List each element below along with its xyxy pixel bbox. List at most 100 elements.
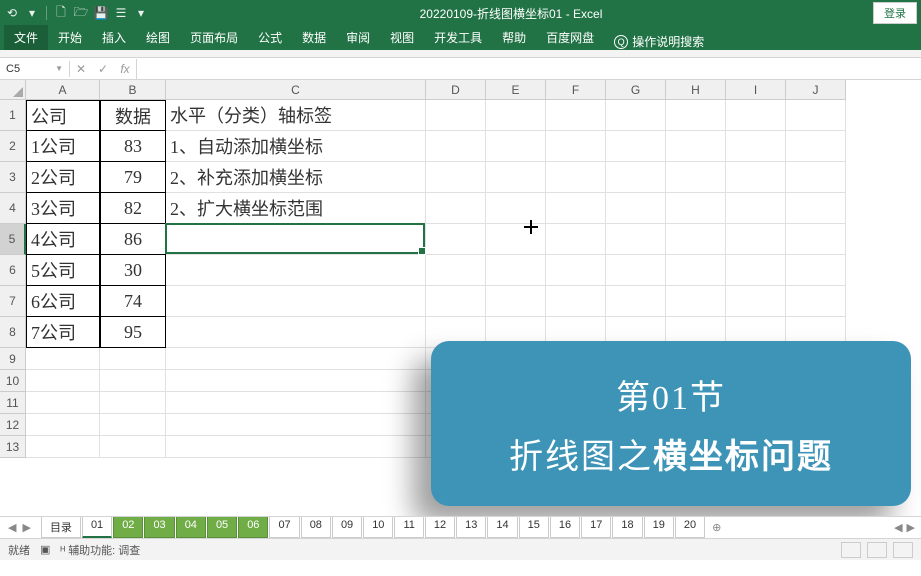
row-header-4[interactable]: 4	[0, 193, 26, 224]
enter-formula-icon[interactable]: ✓	[92, 59, 114, 79]
name-box-dropdown-icon[interactable]: ▼	[55, 64, 63, 73]
row-header-2[interactable]: 2	[0, 131, 26, 162]
cell-data-C6[interactable]	[166, 255, 426, 286]
select-all-cell[interactable]	[0, 80, 26, 100]
sheet-tab-04[interactable]: 04	[176, 517, 206, 538]
cell-E4[interactable]	[486, 193, 546, 224]
cell-J5[interactable]	[786, 224, 846, 255]
cell-B9[interactable]	[100, 348, 166, 370]
cell-B13[interactable]	[100, 436, 166, 458]
cell-data-A7[interactable]: 6公司	[26, 286, 100, 317]
cell-D6[interactable]	[426, 255, 486, 286]
sheet-tab-12[interactable]: 12	[425, 517, 455, 538]
cell-data-B7[interactable]: 74	[100, 286, 166, 317]
cell-J4[interactable]	[786, 193, 846, 224]
file-new-icon[interactable]: 🗋	[53, 5, 69, 21]
sheet-tab-16[interactable]: 16	[550, 517, 580, 538]
file-open-icon[interactable]: 🗁	[73, 5, 89, 21]
row-header-3[interactable]: 3	[0, 162, 26, 193]
login-button[interactable]: 登录	[873, 2, 917, 24]
worksheet-grid[interactable]: ABCDEFGHIJ 12345678910111213 公司数据水平（分类）轴…	[0, 80, 921, 516]
cell-G7[interactable]	[606, 286, 666, 317]
cell-E2[interactable]	[486, 131, 546, 162]
tell-me-search[interactable]: Q 操作说明搜索	[614, 33, 704, 50]
accessibility-status[interactable]: ᴴ 辅助功能: 调查	[60, 542, 140, 558]
row-header-6[interactable]: 6	[0, 255, 26, 286]
sheet-tab-02[interactable]: 02	[113, 517, 143, 538]
row-header-1[interactable]: 1	[0, 100, 26, 131]
cell-H1[interactable]	[666, 100, 726, 131]
cell-I3[interactable]	[726, 162, 786, 193]
cell-D4[interactable]	[426, 193, 486, 224]
tab-file[interactable]: 文件	[4, 25, 48, 50]
cell-F6[interactable]	[546, 255, 606, 286]
sheet-tab-11[interactable]: 11	[394, 517, 423, 538]
cell-data-B4[interactable]: 82	[100, 193, 166, 224]
qat-customize-icon[interactable]: ▾	[133, 5, 149, 21]
undo-dropdown-icon[interactable]: ▾	[24, 5, 40, 21]
cell-I7[interactable]	[726, 286, 786, 317]
sheet-tab-18[interactable]: 18	[612, 517, 642, 538]
cell-data-B5[interactable]: 86	[100, 224, 166, 255]
save-icon[interactable]: 💾	[93, 5, 109, 21]
cell-A12[interactable]	[26, 414, 100, 436]
cell-E5[interactable]	[486, 224, 546, 255]
cell-B12[interactable]	[100, 414, 166, 436]
row-header-7[interactable]: 7	[0, 286, 26, 317]
cell-data-C8[interactable]	[166, 317, 426, 348]
cell-data-B2[interactable]: 83	[100, 131, 166, 162]
sheet-tab-14[interactable]: 14	[487, 517, 517, 538]
tab-view[interactable]: 视图	[380, 25, 424, 50]
cell-data-A3[interactable]: 2公司	[26, 162, 100, 193]
cell-J2[interactable]	[786, 131, 846, 162]
col-header-D[interactable]: D	[426, 80, 486, 100]
add-sheet-button[interactable]: ⊕	[706, 519, 727, 536]
col-header-H[interactable]: H	[666, 80, 726, 100]
cell-C10[interactable]	[166, 370, 426, 392]
sheet-tab-13[interactable]: 13	[456, 517, 486, 538]
tab-home[interactable]: 开始	[48, 25, 92, 50]
cell-G2[interactable]	[606, 131, 666, 162]
sheet-tab-03[interactable]: 03	[144, 517, 174, 538]
row-header-10[interactable]: 10	[0, 370, 26, 392]
row-header-13[interactable]: 13	[0, 436, 26, 458]
formula-input[interactable]	[137, 67, 921, 71]
col-header-I[interactable]: I	[726, 80, 786, 100]
cell-D5[interactable]	[426, 224, 486, 255]
sheet-tab-08[interactable]: 08	[301, 517, 331, 538]
tab-draw[interactable]: 绘图	[136, 25, 180, 50]
cell-J1[interactable]	[786, 100, 846, 131]
sheet-tab-01[interactable]: 01	[82, 517, 112, 538]
sheet-tab-07[interactable]: 07	[269, 517, 299, 538]
cell-F4[interactable]	[546, 193, 606, 224]
col-header-C[interactable]: C	[166, 80, 426, 100]
tab-formulas[interactable]: 公式	[248, 25, 292, 50]
cell-I1[interactable]	[726, 100, 786, 131]
cell-D7[interactable]	[426, 286, 486, 317]
cell-H5[interactable]	[666, 224, 726, 255]
name-box[interactable]: C5 ▼	[0, 61, 70, 77]
cell-data-B6[interactable]: 30	[100, 255, 166, 286]
sheet-tab-17[interactable]: 17	[581, 517, 611, 538]
cell-data-C4[interactable]: 2、扩大横坐标范围	[166, 193, 426, 224]
sheet-tab-目录[interactable]: 目录	[41, 517, 81, 538]
cell-G3[interactable]	[606, 162, 666, 193]
cell-C9[interactable]	[166, 348, 426, 370]
sheet-tab-20[interactable]: 20	[675, 517, 705, 538]
cell-data-C5[interactable]	[166, 224, 426, 255]
cell-data-A4[interactable]: 3公司	[26, 193, 100, 224]
cell-D1[interactable]	[426, 100, 486, 131]
view-pagebreak-button[interactable]	[893, 542, 913, 558]
cell-G1[interactable]	[606, 100, 666, 131]
cell-data-C7[interactable]	[166, 286, 426, 317]
tab-developer[interactable]: 开发工具	[424, 25, 492, 50]
col-header-G[interactable]: G	[606, 80, 666, 100]
hscroll-right-icon[interactable]: ▶	[907, 521, 915, 534]
cell-E6[interactable]	[486, 255, 546, 286]
row-header-11[interactable]: 11	[0, 392, 26, 414]
cell-F5[interactable]	[546, 224, 606, 255]
cell-data-A1[interactable]: 公司	[26, 100, 100, 131]
fx-icon[interactable]: fx	[114, 59, 136, 79]
cell-F7[interactable]	[546, 286, 606, 317]
sheet-tab-10[interactable]: 10	[363, 517, 393, 538]
